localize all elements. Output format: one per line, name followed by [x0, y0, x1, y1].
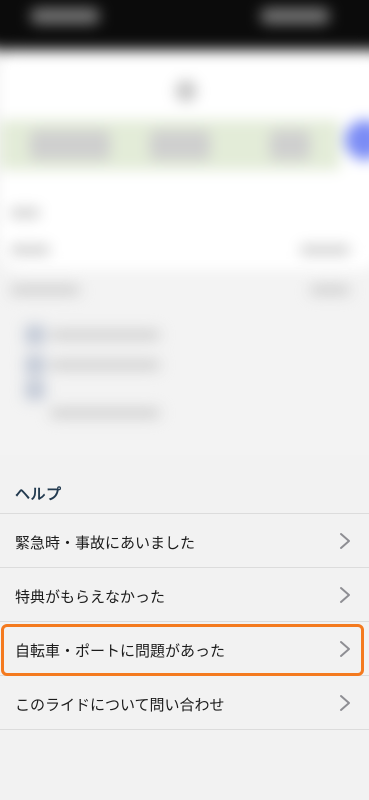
help-item-label: 特典がもらえなかった [15, 588, 166, 606]
chevron-right-icon [340, 533, 350, 549]
chevron-right-icon [340, 641, 350, 657]
help-list: 緊急時・事故にあいました 特典がもらえなかった 自転車・ポートに問題があった こ… [0, 513, 369, 730]
help-item-bike-port-problem[interactable]: 自転車・ポートに問題があった [0, 622, 369, 676]
help-item-benefit-not-received[interactable]: 特典がもらえなかった [0, 568, 369, 622]
help-item-label: 緊急時・事故にあいました [15, 534, 196, 552]
help-item-ride-inquiry[interactable]: このライドについて問い合わせ [0, 676, 369, 730]
help-item-label: 自転車・ポートに問題があった [15, 642, 226, 660]
help-item-emergency-accident[interactable]: 緊急時・事故にあいました [0, 514, 369, 568]
help-header: ヘルプ [15, 485, 62, 503]
chevron-right-icon [340, 587, 350, 603]
chevron-right-icon [340, 695, 350, 711]
help-item-label: このライドについて問い合わせ [15, 696, 225, 714]
help-sheet: ヘルプ 緊急時・事故にあいました 特典がもらえなかった 自転車・ポートに問題があ… [0, 455, 369, 800]
